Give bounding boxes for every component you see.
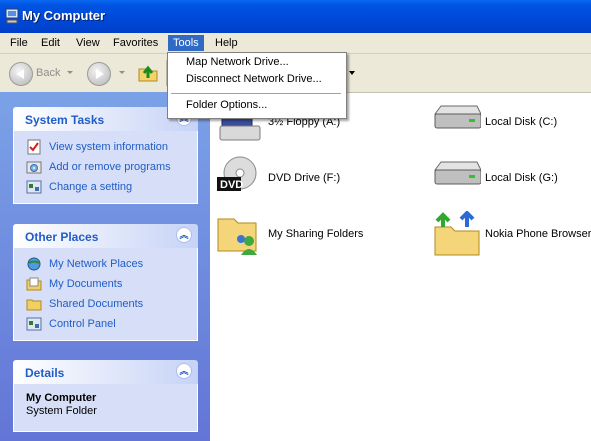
system-tasks-panel: System Tasks ︽ View system information A… [13, 107, 198, 204]
place-label: My Documents [49, 278, 123, 290]
menu-bar: File Edit View Favorites Tools Help [0, 33, 591, 54]
menu-separator [171, 93, 341, 94]
place-control-panel[interactable]: Control Panel [26, 314, 197, 334]
views-dropdown-icon[interactable] [349, 71, 355, 75]
task-label: Add or remove programs [49, 161, 171, 173]
details-name: My Computer [26, 392, 97, 404]
task-change-setting[interactable]: Change a setting [26, 177, 197, 197]
control-panel-icon [26, 317, 42, 331]
details-panel: Details ︽ My Computer System Folder [13, 360, 198, 432]
place-my-network-places[interactable]: My Network Places [26, 254, 197, 274]
place-label: Control Panel [49, 318, 116, 330]
hard-disk-icon [434, 105, 481, 129]
place-my-documents[interactable]: My Documents [26, 274, 197, 294]
panel-title: Other Places [25, 230, 99, 244]
menu-disconnect-network-drive[interactable]: Disconnect Network Drive... [186, 73, 322, 85]
forward-arrow-icon[interactable] [87, 62, 111, 86]
system-tasks-body: View system information Add or remove pr… [13, 131, 198, 204]
panel-title: Details [25, 366, 65, 380]
hard-disk-icon [434, 161, 481, 185]
other-places-panel: Other Places ︽ My Network Places My Docu… [13, 224, 198, 341]
panel-title: System Tasks [25, 113, 105, 127]
back-button[interactable]: Back [36, 67, 60, 79]
place-label: My Network Places [49, 258, 144, 270]
details-type: System Folder [26, 405, 97, 417]
menu-folder-options[interactable]: Folder Options... [186, 99, 267, 111]
menu-map-network-drive[interactable]: Map Network Drive... [186, 56, 289, 68]
sharing-folder-icon [217, 218, 257, 255]
drive-label: Nokia Phone Browser [485, 228, 591, 240]
drive-label: Local Disk (G:) [485, 172, 558, 184]
shared-folder-icon [26, 299, 42, 311]
drive-label: My Sharing Folders [268, 228, 364, 240]
place-label: Shared Documents [49, 298, 144, 310]
folder-up-icon[interactable] [138, 63, 158, 83]
task-pane: System Tasks ︽ View system information A… [0, 92, 210, 441]
network-places-icon [27, 257, 41, 271]
window-title: My Computer [22, 8, 106, 23]
drive-label: Local Disk (C:) [485, 116, 558, 128]
task-label: View system information [49, 141, 169, 153]
task-view-system-information[interactable]: View system information [26, 137, 197, 157]
menu-file[interactable]: File [5, 35, 33, 51]
details-header[interactable]: Details ︽ [13, 360, 198, 384]
forward-history-dropdown-icon[interactable] [119, 71, 125, 74]
tools-dropdown-menu: Map Network Drive... Disconnect Network … [167, 52, 347, 119]
other-places-body: My Network Places My Documents Shared Do… [13, 248, 198, 341]
phone-browser-icon [434, 211, 480, 256]
back-arrow-icon[interactable] [9, 62, 33, 86]
control-panel-icon [26, 180, 42, 194]
computer-icon [5, 8, 19, 24]
task-label: Change a setting [49, 181, 133, 193]
drive-label: DVD Drive (F:) [268, 172, 341, 184]
collapse-chevron-icon[interactable]: ︽ [176, 363, 192, 379]
task-add-remove-programs[interactable]: Add or remove programs [26, 157, 197, 177]
details-body: My Computer System Folder [13, 384, 198, 432]
my-documents-icon [26, 277, 42, 291]
dvd-icon-text: DVD [220, 179, 243, 191]
place-shared-documents[interactable]: Shared Documents [26, 294, 197, 314]
title-bar[interactable]: My Computer [0, 0, 591, 33]
dvd-drive-icon: DVD [217, 156, 257, 191]
other-places-header[interactable]: Other Places ︽ [13, 224, 198, 248]
menu-view[interactable]: View [71, 35, 105, 51]
menu-edit[interactable]: Edit [36, 35, 65, 51]
menu-favorites[interactable]: Favorites [108, 35, 163, 51]
back-history-dropdown-icon[interactable] [67, 71, 73, 74]
menu-tools[interactable]: Tools [168, 35, 204, 51]
system-information-icon [27, 139, 41, 155]
collapse-chevron-icon[interactable]: ︽ [176, 227, 192, 243]
add-remove-programs-icon [26, 161, 42, 174]
menu-help[interactable]: Help [210, 35, 243, 51]
